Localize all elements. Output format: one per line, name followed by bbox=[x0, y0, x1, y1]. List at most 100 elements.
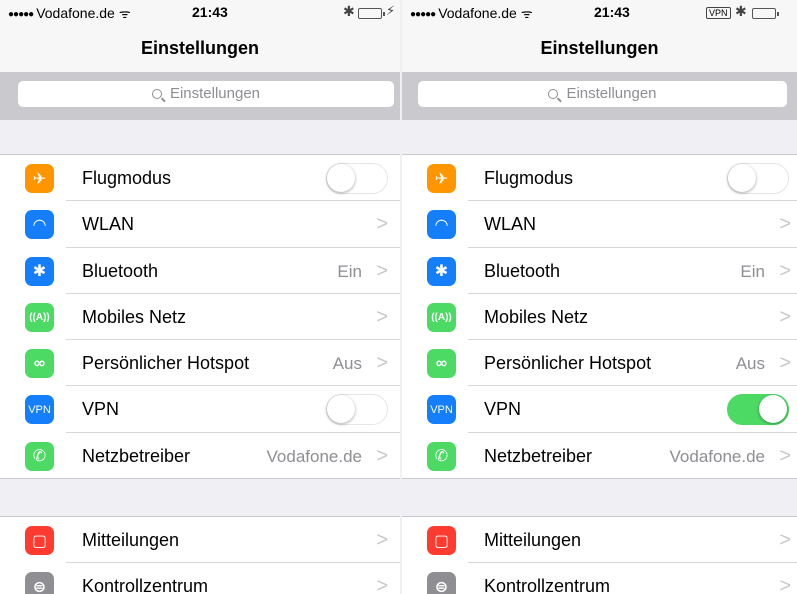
connectivity-group: ✈ Flugmodus ◠ WLAN > ✱ Bluetooth Ein > (… bbox=[402, 154, 797, 479]
row-hotspot[interactable]: ∞ Persönlicher Hotspot Aus > bbox=[0, 340, 400, 387]
row-label: Bluetooth bbox=[82, 260, 159, 281]
notifications-icon: ▢ bbox=[427, 526, 456, 555]
row-mitteilungen[interactable]: ▢ Mitteilungen > bbox=[0, 517, 400, 564]
row-vpn[interactable]: VPN VPN bbox=[0, 386, 400, 433]
row-label: Kontrollzentrum bbox=[484, 576, 611, 594]
search-placeholder: Einstellungen bbox=[169, 85, 261, 102]
row-label: Mitteilungen bbox=[484, 530, 582, 550]
search-icon bbox=[548, 89, 559, 99]
signal-strength-icon: ●●●●● bbox=[8, 9, 34, 20]
row-label: WLAN bbox=[484, 214, 537, 235]
battery-icon bbox=[752, 8, 779, 19]
carrier-name: Vodafone.de bbox=[438, 5, 517, 21]
search-placeholder: Einstellungen bbox=[566, 85, 657, 102]
row-wlan[interactable]: ◠ WLAN > bbox=[0, 201, 400, 248]
bluetooth-status-icon: ✱ bbox=[343, 3, 355, 19]
vpn-toggle[interactable] bbox=[727, 394, 789, 426]
status-bar: ●●●●● Vodafone.de ᯤ 21:43 VPN ✱ bbox=[402, 0, 797, 24]
chevron-right-icon: > bbox=[376, 444, 388, 467]
toggle-knob bbox=[327, 395, 355, 424]
search-icon bbox=[151, 89, 162, 99]
row-detail: Vodafone.de bbox=[266, 446, 362, 466]
row-netzbetreiber[interactable]: ✆ Netzbetreiber Vodafone.de > bbox=[402, 433, 797, 479]
top-bar: ●●●●● Vodafone.de ᯤ 21:43 VPN ✱ Einstellun… bbox=[402, 0, 797, 72]
row-kontrollzentrum[interactable]: ⊜ Kontrollzentrum > bbox=[402, 563, 797, 594]
chevron-right-icon: > bbox=[779, 213, 791, 236]
wifi-icon: ᯤ bbox=[520, 6, 533, 21]
vpn-toggle[interactable] bbox=[326, 394, 388, 426]
wifi-icon: ᯤ bbox=[118, 6, 131, 21]
settings-screen-left: ●●●●● Vodafone.de ᯤ 21:43 ✱ ⚡ Einstellunge… bbox=[0, 0, 400, 594]
phone-icon: ✆ bbox=[25, 441, 54, 471]
bluetooth-icon: ✱ bbox=[427, 256, 456, 286]
hotspot-icon: ∞ bbox=[427, 349, 456, 379]
chevron-right-icon: > bbox=[779, 352, 791, 375]
row-label: Persönlicher Hotspot bbox=[82, 353, 250, 374]
airplane-mode-toggle[interactable] bbox=[727, 163, 789, 194]
page-title: Einstellungen bbox=[140, 38, 259, 58]
row-mobiles-netz[interactable]: ((A)) Mobiles Netz > bbox=[402, 294, 797, 341]
row-wlan[interactable]: ◠ WLAN > bbox=[402, 201, 797, 248]
vpn-icon: VPN bbox=[427, 395, 456, 425]
vpn-icon: VPN bbox=[25, 395, 54, 425]
row-label: Flugmodus bbox=[82, 168, 172, 188]
row-label: Mobiles Netz bbox=[82, 306, 187, 327]
airplane-icon: ✈ bbox=[25, 164, 54, 193]
row-label: Flugmodus bbox=[484, 168, 574, 188]
row-mobiles-netz[interactable]: ((A)) Mobiles Netz > bbox=[0, 294, 400, 341]
search-input[interactable]: Einstellungen bbox=[418, 81, 787, 107]
chevron-right-icon: > bbox=[779, 444, 791, 467]
chevron-right-icon: > bbox=[376, 575, 388, 594]
row-kontrollzentrum[interactable]: ⊜ Kontrollzentrum > bbox=[0, 563, 400, 594]
row-label: Netzbetreiber bbox=[484, 445, 593, 466]
vpn-status-badge: VPN bbox=[706, 7, 731, 19]
row-label: VPN bbox=[484, 399, 522, 420]
row-label: Bluetooth bbox=[484, 260, 561, 281]
notifications-icon: ▢ bbox=[25, 526, 54, 555]
connectivity-group: ✈ Flugmodus ◠ WLAN > ✱ Bluetooth Ein > (… bbox=[0, 154, 400, 479]
bluetooth-status-icon: ✱ bbox=[735, 3, 747, 19]
search-area: Einstellungen bbox=[0, 72, 400, 120]
row-flugmodus[interactable]: ✈ Flugmodus bbox=[402, 155, 797, 202]
row-label: WLAN bbox=[82, 214, 135, 235]
carrier-name: Vodafone.de bbox=[36, 5, 115, 21]
battery-icon bbox=[358, 8, 385, 19]
row-detail: Vodafone.de bbox=[669, 446, 765, 466]
hotspot-icon: ∞ bbox=[25, 349, 54, 379]
control-center-icon: ⊜ bbox=[427, 572, 456, 594]
row-vpn[interactable]: VPN VPN bbox=[402, 386, 797, 433]
toggle-knob bbox=[327, 164, 355, 192]
status-bar: ●●●●● Vodafone.de ᯤ 21:43 ✱ ⚡ bbox=[0, 0, 400, 24]
search-input[interactable]: Einstellungen bbox=[18, 81, 394, 107]
row-detail: Ein bbox=[337, 261, 362, 281]
clock: 21:43 bbox=[594, 4, 630, 20]
wifi-icon: ◠ bbox=[427, 210, 456, 240]
toggle-knob bbox=[728, 164, 756, 192]
row-netzbetreiber[interactable]: ✆ Netzbetreiber Vodafone.de > bbox=[0, 433, 400, 479]
row-label: Mobiles Netz bbox=[484, 306, 589, 327]
row-flugmodus[interactable]: ✈ Flugmodus bbox=[0, 155, 400, 202]
wifi-icon: ◠ bbox=[25, 210, 54, 240]
clock: 21:43 bbox=[192, 4, 228, 20]
row-label: Netzbetreiber bbox=[82, 445, 191, 466]
cellular-icon: ((A)) bbox=[427, 302, 456, 332]
settings-screen-right: ●●●●● Vodafone.de ᯤ 21:43 VPN ✱ Einstellun… bbox=[402, 0, 797, 594]
phone-icon: ✆ bbox=[427, 441, 456, 471]
chevron-right-icon: > bbox=[779, 259, 791, 282]
row-hotspot[interactable]: ∞ Persönlicher Hotspot Aus > bbox=[402, 340, 797, 387]
row-mitteilungen[interactable]: ▢ Mitteilungen > bbox=[402, 517, 797, 564]
page-title: Einstellungen bbox=[540, 38, 659, 58]
chevron-right-icon: > bbox=[779, 575, 791, 594]
chevron-right-icon: > bbox=[376, 352, 388, 375]
cellular-icon: ((A)) bbox=[25, 302, 54, 332]
row-bluetooth[interactable]: ✱ Bluetooth Ein > bbox=[0, 248, 400, 294]
row-bluetooth[interactable]: ✱ Bluetooth Ein > bbox=[402, 248, 797, 294]
airplane-mode-toggle[interactable] bbox=[326, 163, 388, 194]
signal-strength-icon: ●●●●● bbox=[410, 9, 436, 20]
bluetooth-icon: ✱ bbox=[25, 256, 54, 286]
chevron-right-icon: > bbox=[376, 213, 388, 236]
airplane-icon: ✈ bbox=[427, 164, 456, 193]
row-detail: Ein bbox=[740, 261, 765, 281]
chevron-right-icon: > bbox=[779, 529, 791, 551]
chevron-right-icon: > bbox=[376, 305, 388, 328]
